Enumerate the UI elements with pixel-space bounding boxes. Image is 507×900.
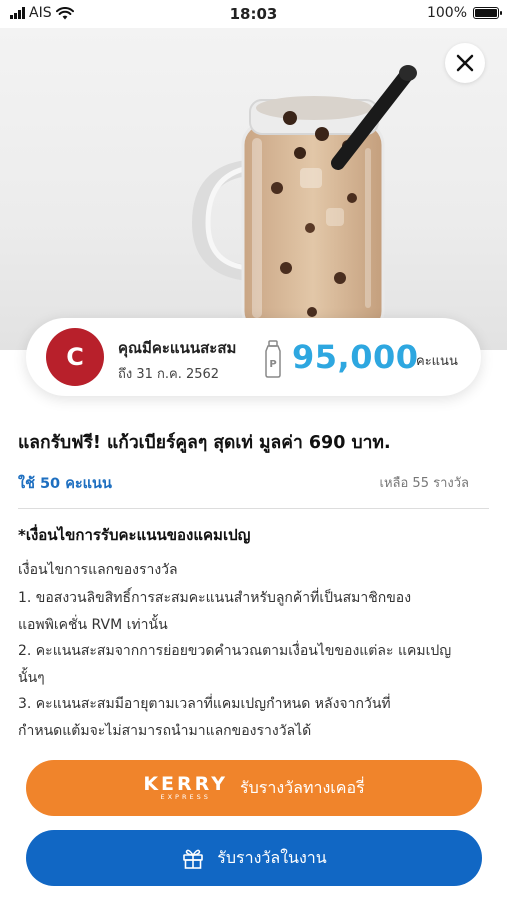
conditions-title: *เงื่อนไขการรับคะแนนของแคมเปญ xyxy=(18,526,251,544)
points-label: คุณมีคะแนนสะสม xyxy=(118,339,237,357)
points-value: 95,000 xyxy=(292,338,419,376)
svg-text:P: P xyxy=(269,359,276,370)
use-points-label: ใช้ 50 คะแนน xyxy=(18,476,112,492)
battery-icon xyxy=(473,7,502,19)
reward-title: แลกรับฟรี! แก้วเบียร์คูลๆ สุดเท่ มูลค่า … xyxy=(18,433,391,453)
hero-image xyxy=(0,28,507,350)
divider xyxy=(18,508,489,509)
points-unit: คะแนน xyxy=(416,354,458,369)
kerry-button-label: รับรางวัลทางเคอรี่ xyxy=(240,777,365,797)
battery-percent: 100% xyxy=(426,5,467,21)
condition-line: 3. คะแนนสะสมมีอายุตามเวลาที่แคมเปญกำหนด … xyxy=(18,696,391,712)
event-button-label: รับรางวัลในงาน xyxy=(217,847,327,867)
condition-line: แอพพิเคชั่น RVM เท่านั้น xyxy=(18,616,168,633)
avatar: C xyxy=(46,328,104,386)
remaining-count: เหลือ 55 รางวัล xyxy=(379,476,470,491)
kerry-delivery-button[interactable]: KERRY EXPRESS รับรางวัลทางเคอรี่ xyxy=(26,760,482,816)
condition-line: นั้นๆ xyxy=(18,669,45,686)
points-card: C คุณมีคะแนนสะสม ถึง 31 ก.ค. 2562 P 95,0… xyxy=(26,318,481,396)
close-icon xyxy=(456,54,474,72)
event-pickup-button[interactable]: รับรางวัลในงาน xyxy=(26,830,482,886)
conditions-list: 1. ขอสงวนลิขสิทธิ์การสะสมคะแนนสำหรับลูกค… xyxy=(18,585,493,744)
status-bar: AIS 18:03 100% xyxy=(0,0,507,28)
points-expiry: ถึง 31 ก.ค. 2562 xyxy=(118,367,220,382)
condition-line: 2. คะแนนสะสมจากการย่อยขวดคำนวณตามเงื่อนไ… xyxy=(18,643,452,659)
condition-line: กำหนดแต้มจะไม่สามารถนำมาแลกของรางวัลได้ xyxy=(18,722,312,739)
conditions-subtitle: เงื่อนไขการแลกของรางวัล xyxy=(18,562,178,578)
gift-icon xyxy=(183,849,204,869)
kerry-logo-text: KERRY xyxy=(143,773,229,795)
status-right: 100% xyxy=(426,5,502,21)
condition-line: 1. ขอสงวนลิขสิทธิ์การสะสมคะแนนสำหรับลูกค… xyxy=(18,590,412,606)
milk-tea-image xyxy=(180,65,420,346)
close-button[interactable] xyxy=(445,43,485,83)
kerry-express-logo: KERRY EXPRESS xyxy=(143,773,229,802)
points-bottle-icon: P xyxy=(265,340,281,378)
kerry-logo-sub: EXPRESS xyxy=(160,793,211,801)
